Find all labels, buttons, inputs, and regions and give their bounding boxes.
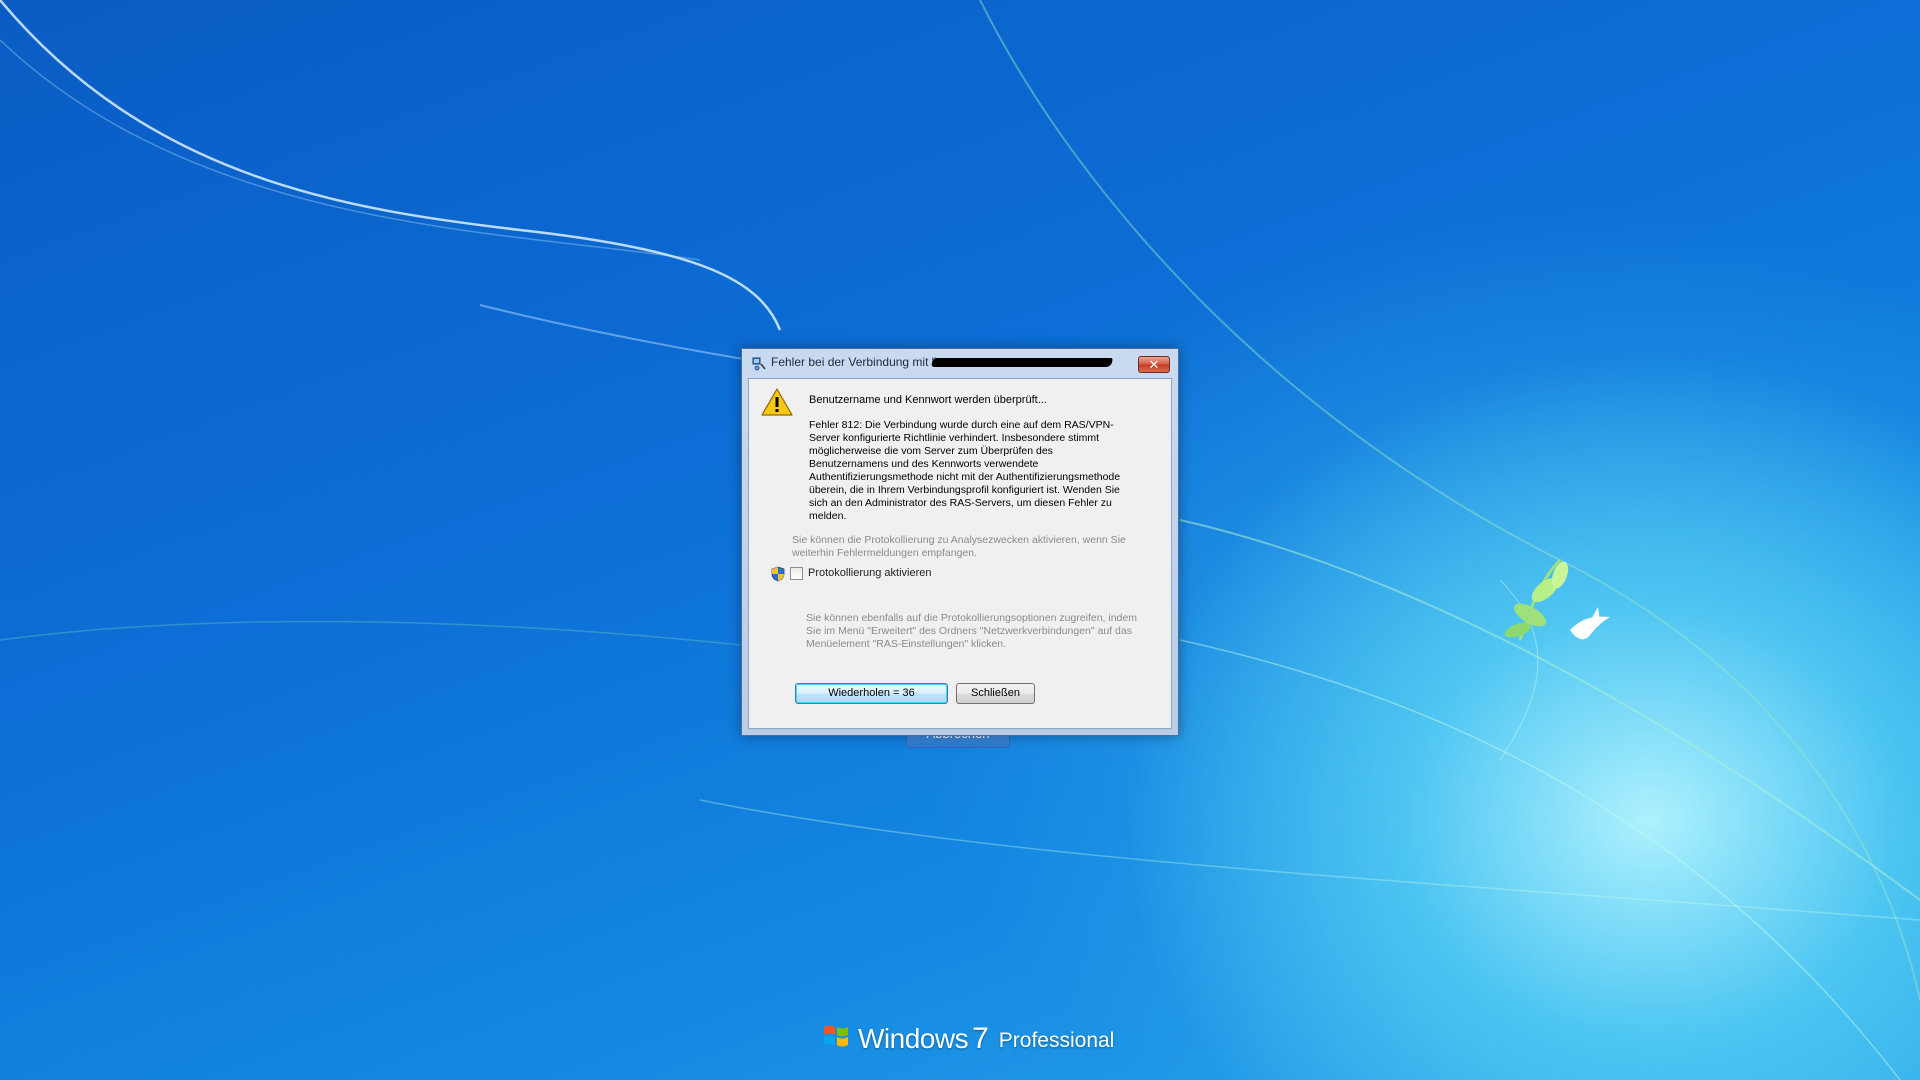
network-connection-icon <box>752 357 766 371</box>
enable-logging-label[interactable]: Protokollierung aktivieren <box>808 567 932 579</box>
logo-version: 7 <box>972 1022 989 1055</box>
warning-icon <box>761 388 793 416</box>
logo-windows-word: Windows <box>858 1023 969 1054</box>
close-icon: ✕ <box>1148 357 1160 372</box>
uac-shield-icon <box>771 566 785 582</box>
enable-logging-checkbox[interactable] <box>790 567 803 580</box>
windows-flag-icon <box>824 1025 848 1047</box>
dialog-title: Fehler bei der Verbindung mit " <box>771 355 937 369</box>
status-line: Benutzername und Kennwort werden überprü… <box>809 394 1047 406</box>
retry-button[interactable]: Wiederholen = 36 <box>795 683 948 704</box>
windows-logo: Windows 7 Professional <box>822 1016 1114 1056</box>
error-message: Fehler 812: Die Verbindung wurde durch e… <box>809 419 1121 522</box>
logging-options-hint: Sie können ebenfalls auf die Protokollie… <box>806 612 1137 650</box>
connection-error-dialog: Fehler bei der Verbindung mit " ✕ Benutz… <box>741 348 1179 736</box>
close-button[interactable]: ✕ <box>1138 356 1170 373</box>
dialog-titlebar[interactable]: Fehler bei der Verbindung mit " ✕ <box>742 349 1178 377</box>
desktop: Abbrechen Windows 7 Professional Fehler … <box>0 0 1920 1080</box>
logo-edition: Professional <box>998 1029 1115 1052</box>
logging-hint: Sie können die Protokollierung zu Analys… <box>792 534 1126 559</box>
close-dialog-button[interactable]: Schließen <box>956 683 1035 704</box>
title-redaction-mark <box>931 358 1113 367</box>
dialog-client-area: Benutzername und Kennwort werden überprü… <box>748 378 1172 729</box>
